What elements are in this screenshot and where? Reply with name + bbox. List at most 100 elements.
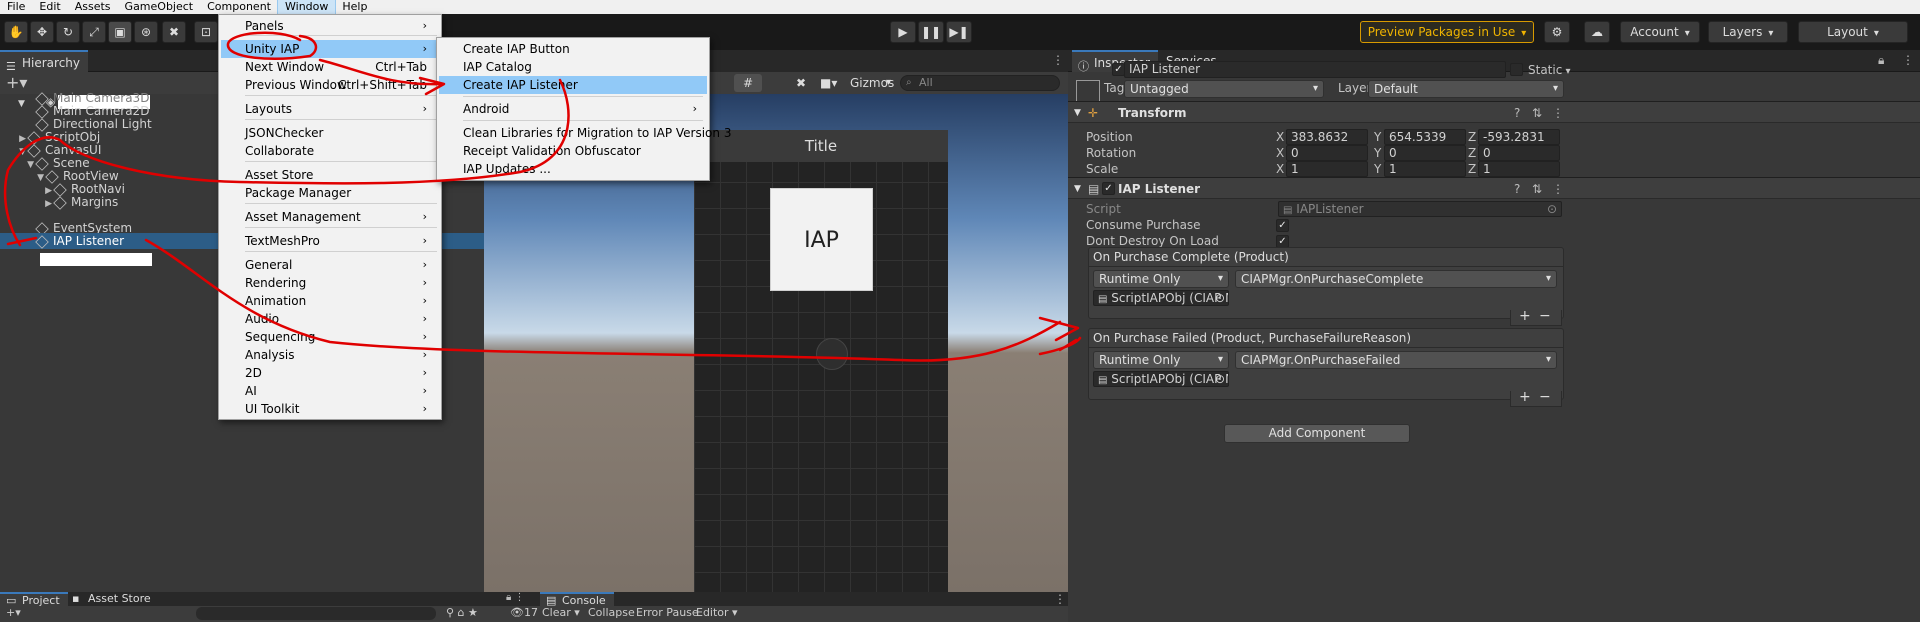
- window-menu-item[interactable]: Audio ›: [221, 310, 437, 328]
- window-menu-item[interactable]: Package Manager: [221, 184, 437, 202]
- window-menu-item[interactable]: Asset Management ›: [221, 208, 437, 226]
- iap-listener-header[interactable]: ▼ ▤ ✓ IAP Listener ? ⇅ ⋮: [1068, 177, 1920, 199]
- window-menu-item[interactable]: JSONChecker: [221, 124, 437, 142]
- project-add-icon[interactable]: +▾: [6, 606, 21, 619]
- window-menu-item[interactable]: Unity IAP ›: [221, 40, 437, 58]
- window-menu-item[interactable]: Next Window Ctrl+Tab: [221, 58, 437, 76]
- event-complete-mode-dropdown[interactable]: Runtime Only: [1093, 270, 1229, 288]
- lighting-settings-icon[interactable]: ⚙: [1544, 21, 1570, 43]
- preview-packages-button[interactable]: Preview Packages in Use: [1360, 21, 1534, 43]
- event-failed-target-field[interactable]: ▤ ScriptIAPObj (CIAP Mgr)⊙: [1093, 371, 1229, 387]
- iap-menu-item[interactable]: Create IAP Listener: [439, 76, 707, 94]
- menu-assets[interactable]: Assets: [68, 0, 118, 14]
- account-dropdown[interactable]: Account: [1620, 21, 1700, 43]
- error-pause-button[interactable]: Error Pause: [636, 606, 699, 619]
- object-picker-icon[interactable]: ⊙: [1215, 372, 1225, 386]
- pivot-toggle-icon[interactable]: ⊡: [194, 21, 218, 43]
- editor-dropdown[interactable]: Editor ▾: [696, 606, 738, 619]
- scale-tool-icon[interactable]: ⤢: [82, 21, 106, 43]
- iap-menu-item[interactable]: Create IAP Button: [439, 40, 707, 58]
- menu-window[interactable]: Window: [276, 0, 337, 15]
- window-menu-item[interactable]: Sequencing ›: [221, 328, 437, 346]
- tools-icon[interactable]: ✖: [796, 74, 816, 92]
- iap-menu-item[interactable]: IAP Updates ...: [439, 160, 707, 178]
- add-component-button[interactable]: Add Component: [1224, 424, 1410, 443]
- rotation-z-field[interactable]: 0: [1478, 145, 1560, 161]
- static-toggle[interactable]: [1510, 63, 1523, 76]
- window-menu-item[interactable]: Layouts ›: [221, 100, 437, 118]
- window-menu-item[interactable]: 2D ›: [221, 364, 437, 382]
- menu-component[interactable]: Component: [200, 0, 278, 14]
- scale-y-axis-label[interactable]: Y: [1374, 162, 1381, 176]
- iap-menu-item[interactable]: Clean Libraries for Migration to IAP Ver…: [439, 124, 731, 142]
- position-z-field[interactable]: -593.2831: [1478, 129, 1560, 145]
- scale-x-axis-label[interactable]: X: [1276, 162, 1284, 176]
- help-icon[interactable]: ?: [1514, 102, 1520, 124]
- event-complete-function-dropdown[interactable]: CIAPMgr.OnPurchaseComplete: [1235, 270, 1557, 288]
- collapse-button[interactable]: Collapse: [588, 606, 635, 619]
- iap-menu-item[interactable]: Receipt Validation Obfuscator: [439, 142, 707, 160]
- consume-purchase-checkbox[interactable]: ✓: [1276, 219, 1289, 232]
- cloud-icon[interactable]: ☁: [1584, 21, 1610, 43]
- position-z-axis-label[interactable]: Z: [1468, 130, 1476, 144]
- rect-tool-icon[interactable]: ▣: [108, 21, 132, 43]
- rotation-y-field[interactable]: 0: [1384, 145, 1466, 161]
- tab-asset-store[interactable]: ▪ Asset Store: [66, 592, 159, 606]
- window-menu-item[interactable]: Animation ›: [221, 292, 437, 310]
- project-search-input[interactable]: [196, 607, 436, 620]
- window-menu-item[interactable]: UI Toolkit ›: [221, 400, 437, 418]
- hand-tool-icon[interactable]: ✋: [4, 21, 28, 43]
- window-menu-item[interactable]: Analysis ›: [221, 346, 437, 364]
- window-menu-item[interactable]: Previous Window Ctrl+Shift+Tab: [221, 76, 437, 94]
- play-button[interactable]: ▶: [890, 21, 916, 43]
- tab-console[interactable]: ▤ Console: [540, 592, 614, 607]
- component-enabled-toggle[interactable]: ✓: [1102, 182, 1115, 195]
- add-listener-button[interactable]: +: [1519, 308, 1531, 324]
- static-label[interactable]: Static ▾: [1528, 63, 1571, 77]
- component-preset-icon[interactable]: ⇅: [1532, 178, 1542, 200]
- menu-file[interactable]: File: [0, 0, 32, 14]
- scene-more-icon[interactable]: ⋮: [1052, 53, 1064, 67]
- iap-menu-item[interactable]: Android ›: [439, 100, 707, 118]
- clear-button[interactable]: Clear ▾: [542, 606, 580, 619]
- window-menu-item[interactable]: TextMeshPro ›: [221, 232, 437, 250]
- component-help-icon[interactable]: ?: [1514, 178, 1520, 200]
- event-failed-mode-dropdown[interactable]: Runtime Only: [1093, 351, 1229, 369]
- event-complete-target-field[interactable]: ▤ ScriptIAPObj (CIAP Mgr)⊙: [1093, 290, 1229, 306]
- tag-dropdown[interactable]: Untagged: [1124, 80, 1324, 98]
- rotation-x-axis-label[interactable]: X: [1276, 146, 1284, 160]
- remove-listener-button[interactable]: −: [1539, 389, 1551, 405]
- pause-button[interactable]: ❚❚: [918, 21, 944, 43]
- component-more-icon[interactable]: ⋮: [1552, 178, 1564, 200]
- move-tool-icon[interactable]: ✥: [30, 21, 54, 43]
- transform-tool-icon[interactable]: ⊛: [134, 21, 158, 43]
- rotation-x-field[interactable]: 0: [1286, 145, 1368, 161]
- layer-dropdown[interactable]: Default: [1368, 80, 1564, 98]
- pivot-handle[interactable]: [816, 338, 848, 370]
- rotate-tool-icon[interactable]: ↻: [56, 21, 80, 43]
- gizmos-button[interactable]: Gizmos: [850, 74, 894, 92]
- scale-y-field[interactable]: 1: [1384, 161, 1466, 177]
- position-x-axis-label[interactable]: X: [1276, 130, 1284, 144]
- project-lock-icon[interactable]: 🔒︎ ⋮: [506, 592, 525, 603]
- remove-listener-button[interactable]: −: [1539, 308, 1551, 324]
- position-x-field[interactable]: 383.8632: [1286, 129, 1368, 145]
- position-y-axis-label[interactable]: Y: [1374, 130, 1381, 144]
- scene-search-input[interactable]: ⌕ All: [900, 75, 1060, 91]
- object-name-field[interactable]: IAP Listener: [1124, 61, 1506, 78]
- scale-z-axis-label[interactable]: Z: [1468, 162, 1476, 176]
- lock-icon[interactable]: 🔒︎: [1878, 53, 1884, 68]
- preset-icon[interactable]: ⇅: [1532, 102, 1542, 124]
- scale-z-field[interactable]: 1: [1478, 161, 1560, 177]
- menu-edit[interactable]: Edit: [32, 0, 67, 14]
- iap-button-preview[interactable]: IAP: [770, 188, 873, 291]
- add-listener-button[interactable]: +: [1519, 389, 1531, 405]
- menu-gameobject[interactable]: GameObject: [118, 0, 201, 14]
- object-picker-icon[interactable]: ⊙: [1547, 202, 1557, 216]
- inspector-more-icon[interactable]: ⋮: [1902, 53, 1914, 67]
- console-more-icon[interactable]: ⋮: [1054, 592, 1066, 606]
- transform-header[interactable]: ▼ ✛ Transform ? ⇅ ⋮: [1068, 101, 1920, 123]
- scale-x-field[interactable]: 1: [1286, 161, 1368, 177]
- component-menu-icon[interactable]: ⋮: [1552, 102, 1564, 124]
- custom-tool-icon[interactable]: ✖: [162, 21, 186, 43]
